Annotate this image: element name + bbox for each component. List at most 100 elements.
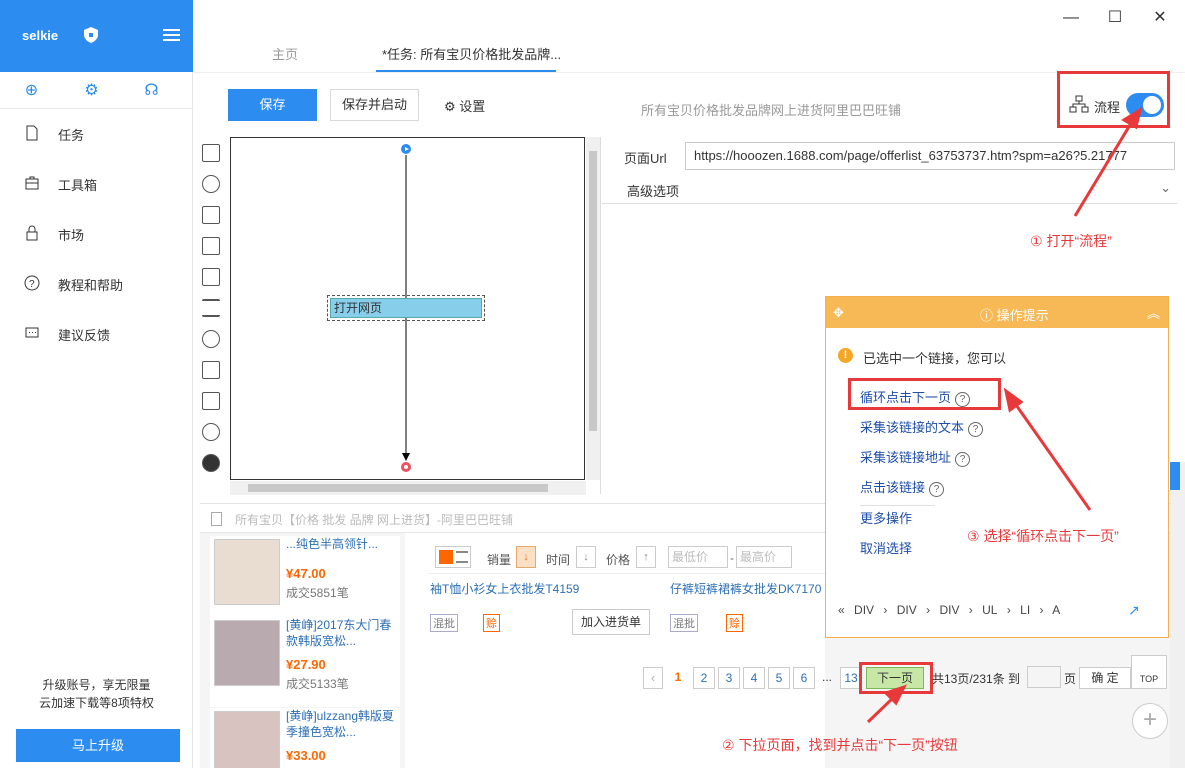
breadcrumb-item[interactable]: UL [982,603,997,617]
page-6[interactable]: 6 [793,667,815,689]
product-image[interactable] [214,539,280,605]
product-name[interactable]: ...纯色半高领针... [286,536,396,552]
extract-link-text-link[interactable]: 采集该链接的文本? [860,417,984,437]
max-price-input[interactable]: 最高价 [736,546,792,568]
minimize-button[interactable]: — [1061,8,1081,28]
flow-node-open-page[interactable]: 打开网页 [330,298,482,318]
product-image[interactable] [214,711,280,768]
click-link-link[interactable]: 点击该链接? [860,477,945,497]
page-number-input[interactable] [1027,666,1061,688]
product-name[interactable]: [黄峥]ulzzang韩版夏季撞色宽松... [286,708,396,740]
stop-tool-icon[interactable] [202,454,220,472]
canvas-horizontal-scrollbar[interactable] [230,481,586,495]
product-card[interactable]: [黄峥]ulzzang韩版夏季撞色宽松... ¥33.00 [210,708,400,768]
page-vertical-scrollbar[interactable] [1170,462,1185,768]
add-circle-icon[interactable]: + [1132,703,1168,739]
breadcrumb-item[interactable]: DIV [897,603,917,617]
help-icon[interactable]: ? [929,482,945,497]
gear-icon[interactable]: ⚙ [83,82,100,99]
maximize-button[interactable]: ☐ [1105,8,1125,28]
breadcrumb-item[interactable]: A [1052,603,1060,617]
page-confirm-button[interactable]: 确 定 [1079,667,1131,689]
breadcrumb-item[interactable]: LI [1020,603,1030,617]
canvas-vertical-scrollbar[interactable] [586,137,600,480]
collapse-icon[interactable]: ︽ [1147,303,1160,322]
cancel-selection-link[interactable]: 取消选择 [860,538,912,557]
svg-text:?: ? [29,279,35,290]
help-icon[interactable]: ? [955,452,971,467]
mouse-click-tool-icon[interactable] [202,175,220,193]
annotation-step2: ② 下拉页面，找到并点击“下一页”按钮 [722,737,958,753]
tab-task[interactable]: *任务: 所有宝贝价格批发品牌... [382,44,561,63]
list-loop-tool-icon[interactable] [202,299,220,317]
info-icon: ⓘ [980,308,997,323]
prev-page-icon[interactable]: ‹ [643,667,663,689]
url-input[interactable]: https://hooozen.1688.com/page/offerlist_… [685,142,1175,170]
add-circle-icon[interactable]: ⊕ [23,82,40,99]
annotation-highlight-flow [1057,71,1170,128]
help-icon[interactable]: ? [968,422,984,437]
product-card[interactable]: ...纯色半高领针... ¥47.00 成交5851笔 [210,536,400,626]
task-title: 所有宝贝价格批发品牌网上进货阿里巴巴旺铺 [641,103,902,118]
arrow-up-icon[interactable]: ↑ [636,546,656,568]
sort-sales[interactable]: 销量 [487,551,511,568]
menu-icon[interactable] [163,29,180,42]
branch-tool-icon[interactable] [202,361,220,379]
item-title[interactable]: 仔裤短裤裙裤女批发DK7170 [670,581,821,597]
breadcrumb-item[interactable]: DIV [854,603,874,617]
sidebar-item-task[interactable]: 任务 [0,114,193,154]
mouse-hover-tool-icon[interactable] [202,392,220,410]
product-name[interactable]: [黄峥]2017东大门春款韩版宽松... [286,617,396,649]
divider [600,137,601,494]
list-view-icon[interactable] [456,551,468,563]
view-toggle[interactable] [435,546,471,568]
page-3[interactable]: 3 [718,667,740,689]
page-5[interactable]: 5 [768,667,790,689]
save-and-run-button[interactable]: 保存并启动 [330,89,419,121]
close-button[interactable]: ✕ [1150,8,1170,28]
shield-icon [84,27,98,43]
item-title[interactable]: 袖T恤小衫女上衣批发T4159 [430,581,579,597]
move-icon[interactable]: ✥ [833,305,844,321]
add-to-cart-button[interactable]: 加入进货单 [572,609,650,635]
sort-time[interactable]: 时间 [546,551,570,568]
save-button[interactable]: 保存 [228,89,317,121]
sidebar-item-feedback[interactable]: 建议反馈 [0,314,193,354]
page-2[interactable]: 2 [693,667,715,689]
extract-link-url-link[interactable]: 采集该链接地址? [860,447,971,467]
product-card[interactable]: [黄峥]2017东大门春款韩版宽松... ¥27.90 成交5133笔 [210,617,400,707]
chat-icon [25,327,39,338]
settings-button[interactable]: ⚙ 设置 [444,96,485,115]
breadcrumb-sep: › [883,603,888,617]
back-to-top-button[interactable]: TOP [1131,655,1167,689]
brand-bar: selkie [0,0,193,72]
more-actions-link[interactable]: 更多操作 [860,508,912,527]
url-label: 页面Url [624,151,667,166]
add-page-tool-icon[interactable] [202,144,220,162]
side-tab[interactable] [1170,462,1180,490]
loop-tool-icon[interactable] [202,330,220,348]
product-image[interactable] [214,620,280,686]
switch-dropdown-tool-icon[interactable] [202,423,220,441]
sidebar-item-help[interactable]: ? 教程和帮助 [0,264,193,304]
breadcrumb-item[interactable]: DIV [939,603,959,617]
sidebar-item-market[interactable]: 市场 [0,214,193,254]
tab-home[interactable]: 主页 [272,44,298,63]
sort-price[interactable]: 价格 [606,551,630,568]
captcha-tool-icon[interactable] [202,268,220,286]
grid-view-icon[interactable] [439,550,453,564]
tips-header[interactable]: ✥ ⓘ 操作提示 ︽ [826,297,1168,328]
upgrade-button[interactable]: 马上升级 [16,729,180,762]
extract-data-tool-icon[interactable] [202,206,220,224]
arrow-down-icon[interactable]: ↓ [516,546,536,568]
page-1[interactable]: 1 [668,667,688,689]
sidebar-item-toolbox[interactable]: 工具箱 [0,164,193,204]
input-text-tool-icon[interactable] [202,237,220,255]
breadcrumb-back[interactable]: « [838,603,845,617]
min-price-input[interactable]: 最低价 [668,546,728,568]
headset-icon[interactable]: ☊ [143,82,160,99]
advanced-options-row[interactable]: 高级选项 ⌄ [602,176,1177,204]
arrow-down-icon[interactable]: ↓ [576,546,596,568]
external-link-icon[interactable]: ↗ [1128,602,1144,618]
page-4[interactable]: 4 [743,667,765,689]
